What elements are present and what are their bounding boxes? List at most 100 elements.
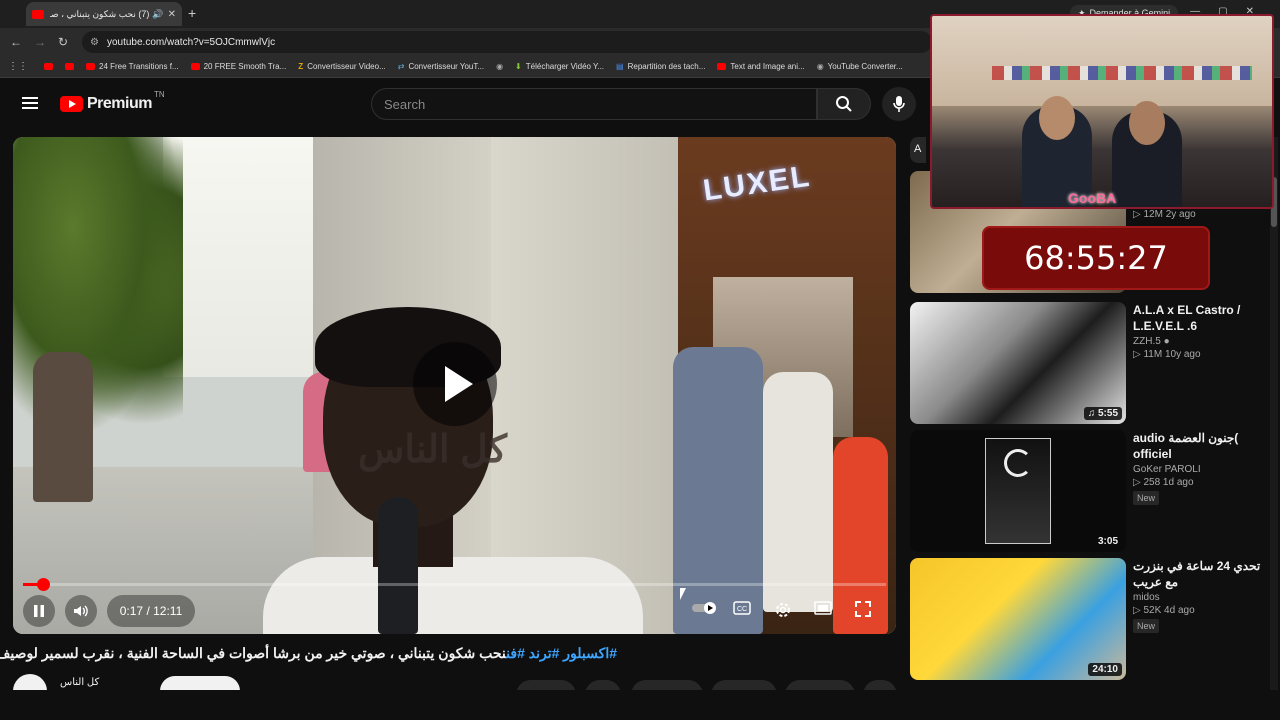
webcam-overlay: GooBA <box>930 14 1274 209</box>
like-button[interactable] <box>516 680 576 690</box>
video-title[interactable]: audio جنون العضمة( officiel <box>1133 430 1263 462</box>
menu-icon[interactable] <box>22 97 38 109</box>
bookmark-label: Convertisseur Video... <box>307 62 386 71</box>
video-hashtags[interactable]: #اكسبلور #ترند #فن <box>506 645 617 661</box>
settings-button[interactable] <box>774 601 792 622</box>
apps-icon[interactable]: ⋮⋮ <box>8 61 28 72</box>
url-text: youtube.com/watch?v=5OJCmmwlVjc <box>106 36 276 48</box>
theater-icon <box>814 601 832 615</box>
channel-row: كل الناس <box>13 674 913 690</box>
time-text: 0:17 / 12:11 <box>119 604 183 618</box>
autoplay-toggle[interactable] <box>691 601 717 618</box>
bookmark-item[interactable]: 20 FREE Smooth Tra... <box>190 62 287 71</box>
bookmark-item[interactable]: ◉ <box>496 62 503 71</box>
search-input[interactable]: Search <box>371 88 817 120</box>
channel-watermark: كل الناس <box>358 429 507 471</box>
progress-scrubber[interactable] <box>36 578 50 591</box>
search-button[interactable] <box>817 88 871 120</box>
album-art <box>985 438 1051 544</box>
video-thumbnail[interactable]: ♫ 5:55 <box>910 302 1126 424</box>
video-stats: ▷ 258 1d ago <box>1133 477 1194 488</box>
video-title-text: نحب شكون يتبناني ، صوتي خير من برشا أصوا… <box>0 645 507 661</box>
bookmark-item[interactable]: Text and Image ani... <box>717 62 805 71</box>
fullscreen-button[interactable] <box>855 601 871 620</box>
youtube-favicon-icon <box>32 9 44 19</box>
captions-button[interactable]: CC <box>733 601 751 618</box>
z-icon: Z <box>298 62 304 71</box>
video-thumbnail[interactable]: 3:05 <box>910 430 1126 552</box>
browser-tab[interactable]: (7) نحب شكون يتبناني ، صوتي... 🔊 ✕ <box>26 2 182 26</box>
bookmark-item[interactable]: ▤ Repartition des tach... <box>616 62 705 71</box>
volume-button[interactable] <box>65 595 97 627</box>
video-title[interactable]: تحدي 24 ساعة في بنزرت مع عريب <box>1133 558 1263 590</box>
bookmark-label: 20 FREE Smooth Tra... <box>203 62 287 71</box>
back-icon[interactable]: ← <box>10 35 22 49</box>
youtube-icon <box>44 63 53 70</box>
clip-button[interactable] <box>785 680 855 690</box>
related-video-item[interactable]: 24:10 تحدي 24 ساعة في بنزرت مع عريب mido… <box>910 558 1270 680</box>
close-tab-icon[interactable]: ✕ <box>168 9 176 20</box>
speaker-icon: 🔊 <box>152 8 164 19</box>
bookmark-label: YouTube Converter... <box>827 62 903 71</box>
new-tab-button[interactable]: + <box>188 5 196 21</box>
video-duration: 24:10 <box>1088 663 1122 676</box>
bookmark-item[interactable]: Z Convertisseur Video... <box>298 62 385 71</box>
channel-name[interactable]: ZZH.5 ● <box>1133 336 1263 347</box>
big-play-button[interactable] <box>413 342 497 426</box>
bookmark-item[interactable]: ⇄ Convertisseur YouT... <box>398 62 484 71</box>
video-title[interactable]: A.L.A x EL Castro / L.E.V.E.L .6 <box>1133 302 1263 334</box>
video-stats: ▷ 52K 4d ago <box>1133 605 1195 616</box>
new-badge: New <box>1133 619 1160 633</box>
channel-avatar[interactable] <box>13 674 47 690</box>
related-video-item[interactable]: 3:05 audio جنون العضمة( officiel GoKer P… <box>910 430 1270 552</box>
reload-icon[interactable]: ↻ <box>58 35 68 49</box>
streamer-brand-logo: GooBA <box>1068 190 1117 206</box>
time-display: 0:17 / 12:11 <box>107 595 195 627</box>
video-thumbnail[interactable]: 24:10 <box>910 558 1126 680</box>
logo-text: Premium <box>87 95 152 112</box>
video-scene-passerby <box>763 372 833 612</box>
video-player[interactable]: LUXEL كل الناس 0:17 / 12:11 CC <box>13 137 896 634</box>
gear-icon <box>776 603 790 617</box>
pause-icon <box>34 605 44 617</box>
bookmark-item[interactable]: ◉ YouTube Converter... <box>817 62 903 71</box>
verified-icon: ● <box>1163 336 1170 347</box>
subscribe-button[interactable] <box>160 676 240 690</box>
forward-icon[interactable]: → <box>34 35 46 49</box>
duration-text: 5:55 <box>1097 408 1118 419</box>
dislike-button[interactable] <box>585 680 621 690</box>
site-info-icon[interactable]: ⚙ <box>90 37 99 48</box>
chip-all[interactable]: A <box>910 137 926 163</box>
channel-name[interactable]: كل الناس <box>60 677 99 688</box>
bookmark-youtube-1[interactable] <box>44 63 53 70</box>
video-stats-text: 12M 2y ago <box>1143 209 1196 220</box>
related-video-item[interactable]: ♫ 5:55 A.L.A x EL Castro / L.E.V.E.L .6 … <box>910 302 1270 424</box>
timer-text: 68:55:27 <box>1024 239 1168 277</box>
captions-icon: CC <box>733 601 751 615</box>
more-actions-button[interactable] <box>863 680 897 690</box>
channel-text: ZZH.5 <box>1133 336 1161 347</box>
voice-search-button[interactable] <box>882 87 916 121</box>
pause-button[interactable] <box>23 595 55 627</box>
bookmark-item[interactable]: ⬇ Télécharger Vidéo Y... <box>515 62 604 71</box>
channel-name[interactable]: midos <box>1133 592 1263 603</box>
convert-icon: ⇄ <box>397 62 405 71</box>
video-scene-passerby <box>673 347 763 634</box>
bookmark-youtube-2[interactable] <box>65 63 74 70</box>
bookmark-item[interactable]: 24 Free Transitions f... <box>86 62 179 71</box>
download-button[interactable] <box>711 680 777 690</box>
search-placeholder: Search <box>384 96 426 112</box>
url-field[interactable]: ⚙ youtube.com/watch?v=5OJCmmwlVjc <box>82 31 932 53</box>
bookmark-label: Télécharger Vidéo Y... <box>525 62 605 71</box>
video-stats-text: 52K 4d ago <box>1143 605 1195 616</box>
theater-mode-button[interactable] <box>814 601 832 618</box>
share-button[interactable] <box>631 680 703 690</box>
channel-name[interactable]: GoKer PAROLI <box>1133 464 1263 475</box>
progress-bar[interactable] <box>23 578 886 591</box>
video-duration: ♫ 5:55 <box>1083 407 1122 420</box>
youtube-icon <box>65 63 74 70</box>
sidebar-scrollbar[interactable] <box>1270 137 1278 690</box>
youtube-premium-logo[interactable]: Premium TN <box>60 90 165 113</box>
video-stats: ▷ 11M 10y ago <box>1133 349 1201 360</box>
video-meta: A.L.A x EL Castro / L.E.V.E.L .6 ZZH.5 ●… <box>1133 302 1263 360</box>
